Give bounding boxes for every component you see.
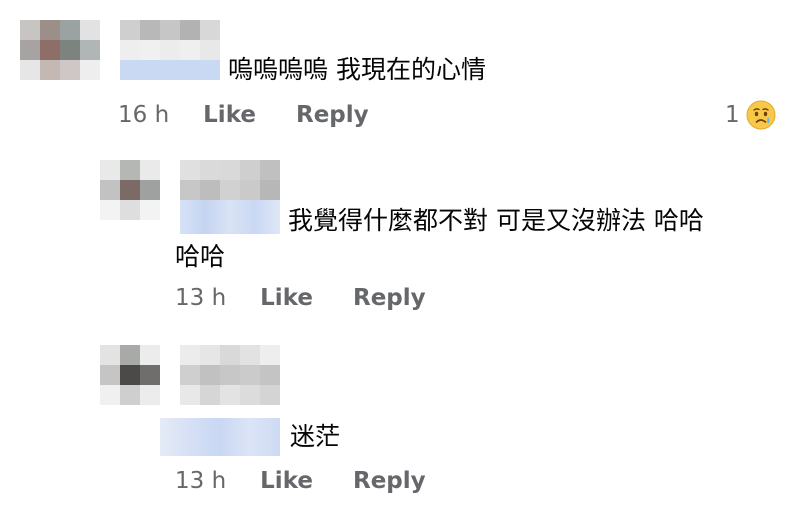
comment-timestamp[interactable]: 13 h bbox=[175, 468, 226, 494]
reply-button[interactable]: Reply bbox=[353, 468, 426, 494]
reply-button[interactable]: Reply bbox=[353, 285, 426, 311]
comment-1: 嗚嗚嗚嗚 我現在的心情 16 h Like Reply 1 bbox=[0, 0, 800, 140]
comment-timestamp[interactable]: 16 h bbox=[118, 102, 169, 128]
reply-button[interactable]: Reply bbox=[296, 102, 369, 128]
author-name-link[interactable] bbox=[180, 200, 280, 234]
comment-meta: 13 h Like Reply bbox=[175, 285, 466, 311]
comment-meta: 16 h Like Reply bbox=[118, 102, 409, 128]
avatar[interactable] bbox=[20, 20, 100, 80]
author-name-link[interactable] bbox=[160, 418, 280, 456]
comment-meta: 13 h Like Reply bbox=[175, 468, 466, 494]
author-name[interactable] bbox=[180, 345, 280, 405]
comment-text: 嗚嗚嗚嗚 我現在的心情 bbox=[228, 55, 486, 84]
comment-3: 迷茫 13 h Like Reply bbox=[0, 340, 800, 511]
like-button[interactable]: Like bbox=[260, 285, 313, 311]
crying-face-icon bbox=[746, 100, 776, 130]
comment-2: 我覺得什麼都不對 可是又沒辦法 哈哈 哈哈 13 h Like Reply bbox=[0, 150, 800, 330]
author-name[interactable] bbox=[120, 20, 220, 60]
avatar[interactable] bbox=[100, 160, 160, 220]
author-name[interactable] bbox=[180, 160, 280, 200]
reaction-count: 1 bbox=[725, 102, 740, 128]
author-name-link[interactable] bbox=[120, 60, 220, 80]
reaction-summary[interactable]: 1 bbox=[725, 100, 776, 130]
comment-text-line1: 我覺得什麼都不對 可是又沒辦法 哈哈 bbox=[288, 206, 704, 235]
like-button[interactable]: Like bbox=[260, 468, 313, 494]
like-button[interactable]: Like bbox=[203, 102, 256, 128]
comment-timestamp[interactable]: 13 h bbox=[175, 285, 226, 311]
comment-text: 迷茫 bbox=[290, 422, 341, 451]
comment-text-line2: 哈哈 bbox=[175, 242, 226, 271]
avatar[interactable] bbox=[100, 345, 160, 405]
